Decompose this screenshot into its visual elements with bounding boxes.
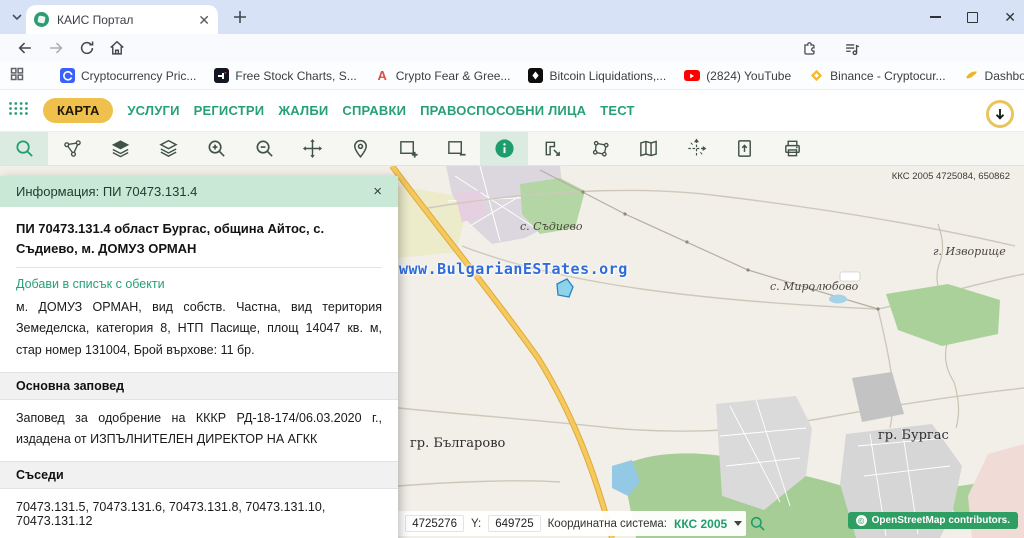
- add-to-objects-link[interactable]: Добави в списък с обекти: [16, 268, 382, 292]
- map-label-sadievo: с. Съдиево: [520, 220, 583, 233]
- kais-favicon-icon: [34, 12, 49, 27]
- map-toolbar: [0, 132, 1024, 166]
- section-main-order: Основна заповед: [0, 372, 398, 400]
- binance-icon: [809, 68, 824, 83]
- bookmark-bitcoin-liquidations[interactable]: Bitcoin Liquidations,...: [528, 68, 666, 83]
- maximize-icon[interactable]: [967, 12, 978, 23]
- cursor-coordinates: ККС 2005 4725084, 650862: [892, 171, 1010, 182]
- y-label: Y:: [471, 518, 481, 530]
- search-tool-icon[interactable]: [0, 132, 48, 165]
- snap-nodes-icon[interactable]: [48, 132, 96, 165]
- layers-icon[interactable]: [144, 132, 192, 165]
- neighbors-list: 70473.131.5, 70473.131.6, 70473.131.8, 7…: [16, 492, 382, 531]
- browser-tab[interactable]: КАИС Портал ✕: [26, 5, 218, 34]
- home-icon[interactable]: [108, 39, 126, 57]
- playlist-icon[interactable]: [843, 40, 861, 58]
- browser-window: КАИС Портал ✕ ✕ kais.cadastre.bg/bg/Map/…: [0, 0, 1024, 538]
- reload-icon[interactable]: [78, 39, 96, 57]
- zoom-in-icon[interactable]: [192, 132, 240, 165]
- window-controls: ✕: [930, 0, 1016, 34]
- tab-search-icon[interactable]: [8, 8, 26, 26]
- parcel-info-panel: Информация: ПИ 70473.131.4 × ПИ 70473.13…: [0, 176, 398, 538]
- copyright-icon: ©: [856, 515, 867, 526]
- tradingview-icon: [214, 68, 229, 83]
- select-add-icon[interactable]: [384, 132, 432, 165]
- coinmarketcap-icon: [60, 68, 75, 83]
- measure-length-icon[interactable]: [528, 132, 576, 165]
- map-label-mirolyubovo: с. Миролюбово: [770, 280, 858, 293]
- nav-item-zhalbi[interactable]: ЖАЛБИ: [278, 103, 328, 118]
- grid-menu-icon[interactable]: [8, 101, 29, 121]
- site-nav: КАРТА УСЛУГИ РЕГИСТРИ ЖАЛБИ СПРАВКИ ПРАВ…: [0, 90, 1024, 132]
- new-tab-button[interactable]: [231, 8, 249, 26]
- coordinates-search-icon[interactable]: [749, 515, 766, 532]
- nav-item-registri[interactable]: РЕГИСТРИ: [194, 103, 265, 118]
- window-close-icon[interactable]: ✕: [1004, 10, 1016, 24]
- bookmark-cryptocurrency[interactable]: Cryptocurrency Pric...: [60, 68, 196, 83]
- bookmark-crypto-fear-greed[interactable]: A Crypto Fear & Gree...: [375, 68, 511, 83]
- location-pin-icon[interactable]: [336, 132, 384, 165]
- panel-header: Информация: ПИ 70473.131.4 ×: [0, 176, 398, 207]
- x-input[interactable]: 4725276: [405, 515, 464, 532]
- bookmark-dashboard[interactable]: Dashboard: [964, 68, 1024, 83]
- panel-body: ПИ 70473.131.4 област Бургас, община Айт…: [0, 207, 398, 538]
- osm-attribution[interactable]: © OpenStreetMap contributors.: [848, 512, 1018, 529]
- crs-label: Координатна система:: [548, 518, 667, 530]
- apps-grid-icon[interactable]: [10, 67, 24, 84]
- pan-icon[interactable]: [288, 132, 336, 165]
- coordinate-axes-icon[interactable]: [672, 132, 720, 165]
- forward-icon[interactable]: [47, 39, 65, 57]
- section-neighbors: Съседи: [0, 461, 398, 489]
- extensions-icon[interactable]: [800, 40, 818, 58]
- order-text: Заповед за одобрение на КККР РД-18-174/0…: [16, 403, 382, 459]
- panel-close-icon[interactable]: ×: [373, 184, 382, 199]
- map-sheets-icon[interactable]: [624, 132, 672, 165]
- address-bar-row: kais.cadastre.bg/bg/Map/Index ☆ New Chro…: [0, 34, 1024, 62]
- export-page-icon[interactable]: [720, 132, 768, 165]
- dashboard-icon: [964, 68, 979, 83]
- zoom-out-icon[interactable]: [240, 132, 288, 165]
- layers-filled-icon[interactable]: [96, 132, 144, 165]
- youtube-icon: [684, 70, 700, 81]
- crs-dropdown-icon[interactable]: [734, 521, 742, 526]
- parcel-title: ПИ 70473.131.4 област Бургас, община Айт…: [16, 215, 382, 268]
- bookmark-youtube[interactable]: (2824) YouTube: [684, 69, 791, 83]
- nav-item-uslugi[interactable]: УСЛУГИ: [127, 103, 179, 118]
- tab-close-icon[interactable]: ✕: [198, 13, 210, 27]
- tab-title: КАИС Портал: [57, 13, 190, 27]
- nav-item-test[interactable]: ТЕСТ: [600, 103, 634, 118]
- collapse-download-button[interactable]: [986, 100, 1014, 128]
- map-label-izvorishte: г. Изворище: [933, 245, 1006, 258]
- back-icon[interactable]: [16, 39, 34, 57]
- crs-select[interactable]: ККС 2005: [674, 517, 727, 531]
- measure-area-icon[interactable]: [576, 132, 624, 165]
- nav-item-pravosposobni-litsa[interactable]: ПРАВОСПОСОБНИ ЛИЦА: [420, 103, 586, 118]
- nav-item-karta[interactable]: КАРТА: [43, 98, 113, 123]
- bookmark-free-stock-charts[interactable]: Free Stock Charts, S...: [214, 68, 356, 83]
- alternative-a-icon: A: [375, 68, 390, 83]
- print-icon[interactable]: [768, 132, 816, 165]
- info-tool-icon[interactable]: [480, 132, 528, 165]
- tab-strip: КАИС Портал ✕ ✕: [0, 0, 1024, 34]
- watermark: www.BulgarianESTates.org: [399, 260, 628, 278]
- select-remove-icon[interactable]: [432, 132, 480, 165]
- parcel-details: м. ДОМУЗ ОРМАН, вид собств. Частна, вид …: [16, 292, 382, 369]
- map-label-balgarovo: гр. Българово: [410, 436, 505, 451]
- bookmark-binance[interactable]: Binance - Cryptocur...: [809, 68, 945, 83]
- liquidations-icon: [528, 68, 543, 83]
- minimize-icon[interactable]: [930, 16, 941, 18]
- nav-item-spravki[interactable]: СПРАВКИ: [342, 103, 406, 118]
- bookmarks-bar: Cryptocurrency Pric... Free Stock Charts…: [0, 62, 1024, 90]
- map-label-burgas: гр. Бургас: [878, 428, 949, 443]
- y-input[interactable]: 649725: [488, 515, 540, 532]
